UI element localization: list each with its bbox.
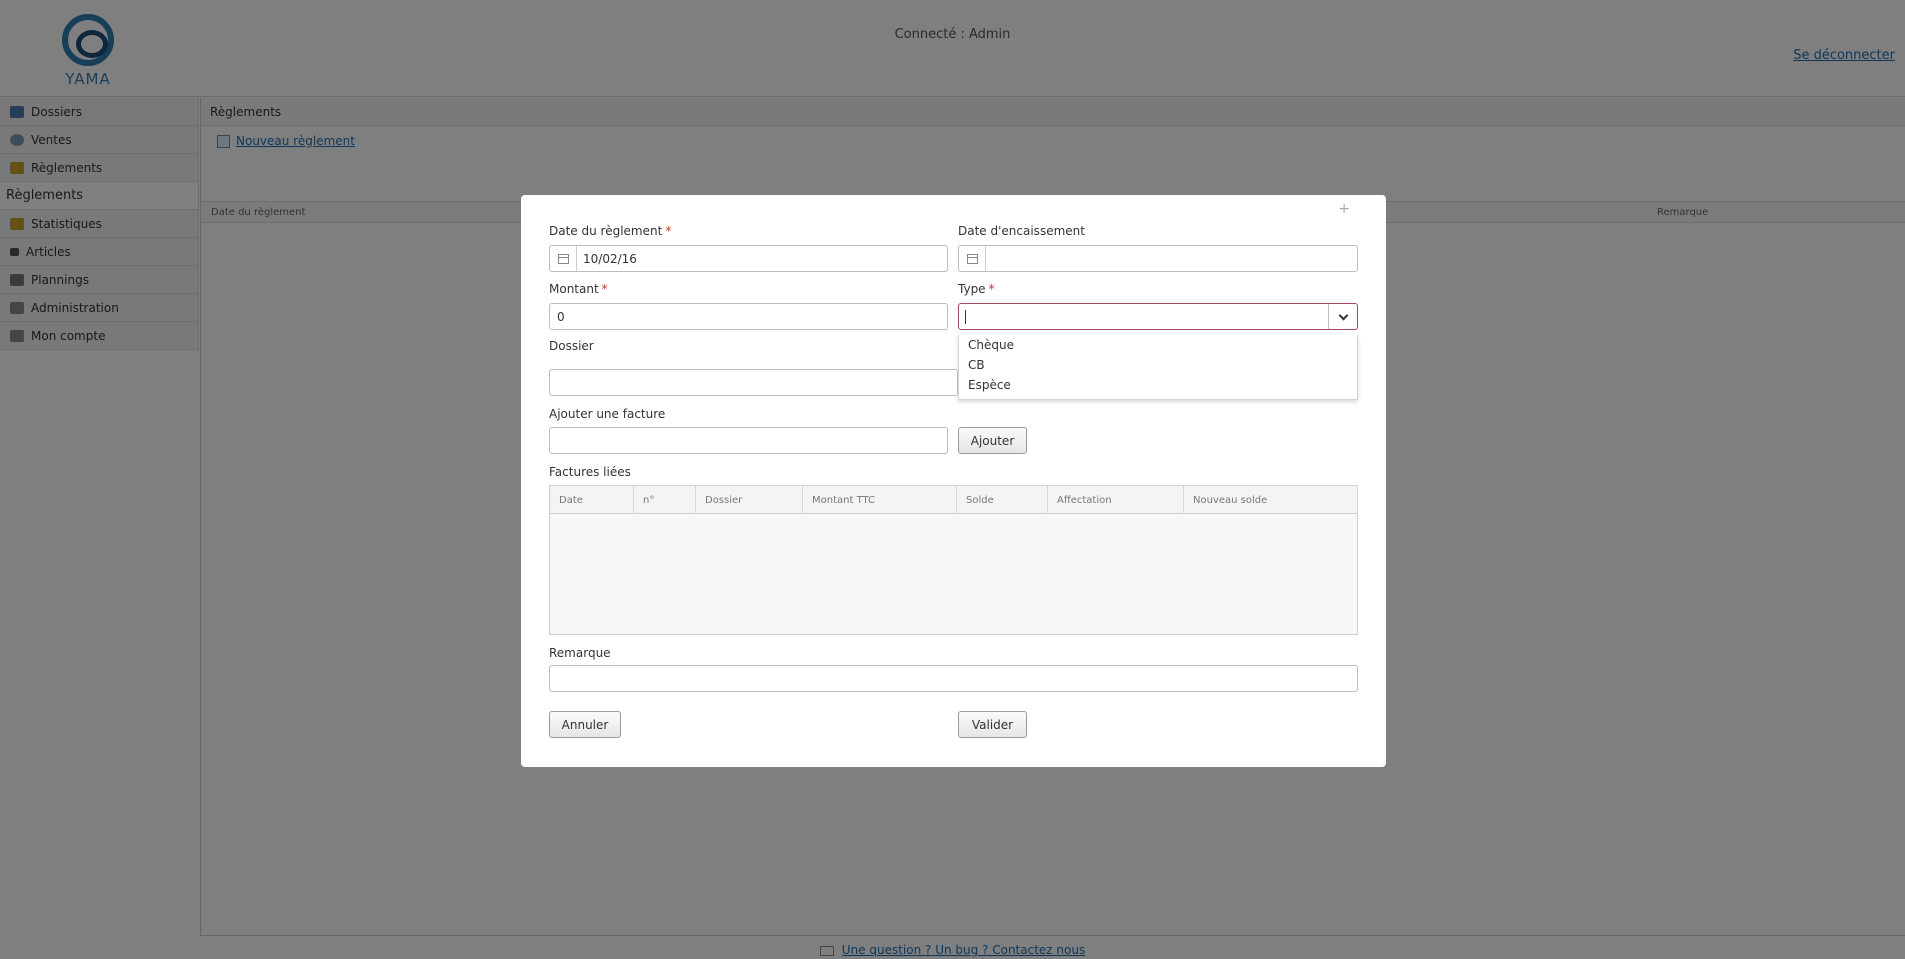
- column-solde[interactable]: Solde: [957, 486, 1048, 514]
- facture-label: Ajouter une facture: [549, 407, 666, 421]
- montant-value: 0: [557, 309, 565, 324]
- column-numero[interactable]: n°: [634, 486, 696, 514]
- dossier-input[interactable]: [549, 369, 958, 396]
- calendar-icon: [557, 253, 569, 264]
- ajouter-button[interactable]: Ajouter: [958, 427, 1027, 454]
- required-marker: *: [601, 282, 608, 296]
- text-cursor: [965, 310, 966, 324]
- type-option-cb[interactable]: CB: [959, 355, 1357, 375]
- date-reglement-field[interactable]: 10/02/16: [549, 245, 948, 272]
- remarque-label: Remarque: [549, 646, 611, 660]
- calendar-button[interactable]: [550, 246, 577, 271]
- type-label: Type *: [958, 282, 995, 296]
- calendar-button[interactable]: [959, 246, 986, 271]
- date-reglement-label: Date du règlement *: [549, 224, 671, 238]
- montant-input[interactable]: 0: [549, 303, 948, 330]
- remarque-input[interactable]: [549, 665, 1358, 692]
- column-affectation[interactable]: Affectation: [1048, 486, 1184, 514]
- reglement-modal: + Date du règlement * 10/02/16 Date d'enc…: [521, 195, 1386, 767]
- dropdown-toggle[interactable]: [1328, 304, 1357, 329]
- type-label-text: Type: [958, 282, 986, 296]
- calendar-icon: [966, 253, 978, 264]
- column-montant-ttc[interactable]: Montant TTC: [803, 486, 957, 514]
- date-reglement-label-text: Date du règlement: [549, 224, 663, 238]
- column-dossier[interactable]: Dossier: [696, 486, 803, 514]
- type-dropdown: Chèque CB Espèce: [958, 335, 1358, 400]
- montant-label-text: Montant: [549, 282, 599, 296]
- column-nouveau-solde[interactable]: Nouveau solde: [1184, 486, 1357, 514]
- cancel-button[interactable]: Annuler: [549, 711, 621, 738]
- required-marker: *: [665, 224, 672, 238]
- type-option-cheque[interactable]: Chèque: [959, 335, 1357, 355]
- montant-label: Montant *: [549, 282, 608, 296]
- type-option-espece[interactable]: Espèce: [959, 375, 1357, 395]
- required-marker: *: [988, 282, 995, 296]
- type-select[interactable]: [958, 303, 1358, 330]
- date-reglement-value: 10/02/16: [583, 251, 637, 266]
- factures-table: Date n° Dossier Montant TTC Solde Affect…: [549, 485, 1358, 635]
- date-encaissement-field[interactable]: [958, 245, 1358, 272]
- column-date[interactable]: Date: [550, 486, 634, 514]
- close-icon[interactable]: +: [1338, 201, 1350, 217]
- facture-input[interactable]: [549, 427, 948, 454]
- dossier-label: Dossier: [549, 339, 594, 353]
- factures-liees-label: Factures liées: [549, 465, 631, 479]
- chevron-down-icon: [1338, 310, 1348, 320]
- factures-table-header: Date n° Dossier Montant TTC Solde Affect…: [550, 486, 1357, 514]
- validate-button[interactable]: Valider: [958, 711, 1027, 738]
- date-encaissement-label: Date d'encaissement: [958, 224, 1085, 238]
